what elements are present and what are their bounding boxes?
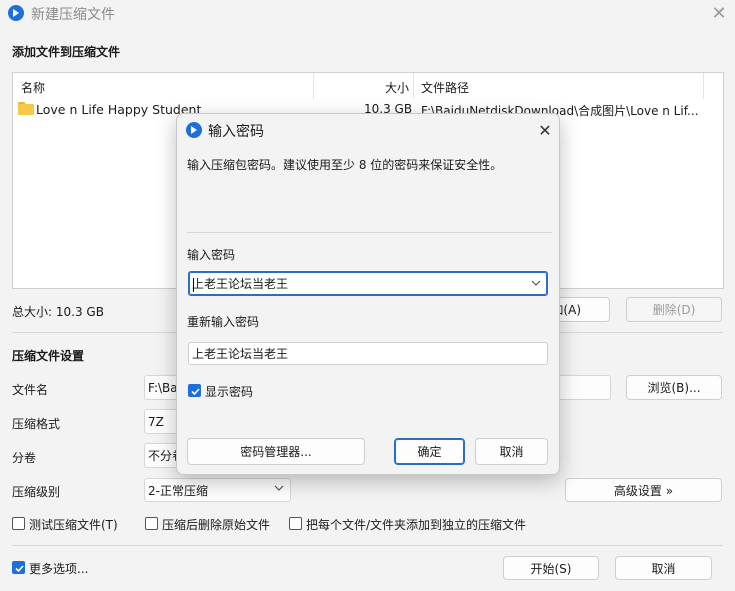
- delete-button[interactable]: 删除(D): [626, 297, 722, 322]
- folder-icon: [18, 102, 34, 115]
- level-select[interactable]: 2-正常压缩: [144, 478, 291, 502]
- browse-button[interactable]: 浏览(B)...: [626, 375, 722, 400]
- close-icon[interactable]: ✕: [706, 2, 732, 24]
- separate-archives-label[interactable]: 把每个文件/文件夹添加到独立的压缩文件: [306, 516, 526, 533]
- confirm-password-label: 重新输入密码: [187, 315, 260, 329]
- more-options-label[interactable]: 更多选项...: [29, 560, 88, 577]
- volume-label: 分卷: [12, 451, 37, 465]
- window-title: 新建压缩文件: [31, 7, 115, 23]
- show-password-checkbox[interactable]: [188, 384, 201, 397]
- settings-section-label: 压缩文件设置: [12, 349, 85, 363]
- title-bar: 新建压缩文件 ✕: [0, 0, 735, 26]
- column-separator[interactable]: [703, 73, 704, 99]
- show-password-label[interactable]: 显示密码: [205, 383, 253, 400]
- column-separator[interactable]: [413, 73, 414, 99]
- level-label: 压缩级别: [12, 485, 61, 499]
- level-value: 2-正常压缩: [148, 483, 208, 498]
- close-icon[interactable]: ✕: [534, 119, 556, 141]
- password-label: 输入密码: [187, 248, 236, 262]
- total-size: 总大小: 10.3 GB: [12, 305, 104, 319]
- advanced-settings-button[interactable]: 高级设置 »: [565, 478, 722, 502]
- password-dialog: 输入密码 ✕ 输入压缩包密码。建议使用至少 8 位的密码来保证安全性。 输入密码…: [176, 113, 560, 475]
- column-header-name[interactable]: 名称: [21, 79, 45, 96]
- test-archive-label[interactable]: 测试压缩文件(T): [29, 516, 118, 533]
- app-logo-icon: [186, 122, 202, 138]
- dialog-cancel-button[interactable]: 取消: [475, 438, 548, 465]
- column-header-path[interactable]: 文件路径: [421, 79, 469, 96]
- format-label: 压缩格式: [12, 417, 61, 431]
- filename-label: 文件名: [12, 383, 49, 397]
- ok-button[interactable]: 确定: [394, 438, 465, 465]
- chevron-down-icon[interactable]: [531, 278, 541, 291]
- password-value: 上老王论坛当老王: [192, 277, 289, 291]
- divider: [12, 545, 723, 546]
- column-header-size[interactable]: 大小: [385, 79, 409, 96]
- column-separator[interactable]: [313, 73, 314, 99]
- dialog-title: 输入密码: [208, 124, 264, 140]
- list-header: 名称 大小 文件路径: [13, 73, 723, 99]
- confirm-password-value: 上老王论坛当老王: [192, 347, 289, 361]
- add-files-section-label: 添加文件到压缩文件: [12, 45, 121, 59]
- app-logo-icon: [8, 5, 24, 21]
- start-button[interactable]: 开始(S): [503, 556, 599, 580]
- test-archive-checkbox[interactable]: [12, 517, 25, 530]
- cancel-button[interactable]: 取消: [615, 556, 712, 580]
- delete-source-checkbox[interactable]: [145, 517, 158, 530]
- checkmark-icon: [15, 565, 24, 573]
- separate-archives-checkbox[interactable]: [289, 517, 302, 530]
- more-options-checkbox[interactable]: [12, 561, 25, 574]
- password-manager-button[interactable]: 密码管理器...: [187, 438, 365, 465]
- dialog-description: 输入压缩包密码。建议使用至少 8 位的密码来保证安全性。: [187, 158, 503, 172]
- password-input[interactable]: 上老王论坛当老王: [188, 271, 548, 296]
- delete-source-label[interactable]: 压缩后删除原始文件: [162, 516, 270, 533]
- divider: [187, 232, 552, 233]
- format-value: 7Z: [148, 414, 164, 429]
- confirm-password-input[interactable]: 上老王论坛当老王: [188, 342, 548, 365]
- checkmark-icon: [191, 388, 200, 396]
- chevron-down-icon: [274, 483, 284, 496]
